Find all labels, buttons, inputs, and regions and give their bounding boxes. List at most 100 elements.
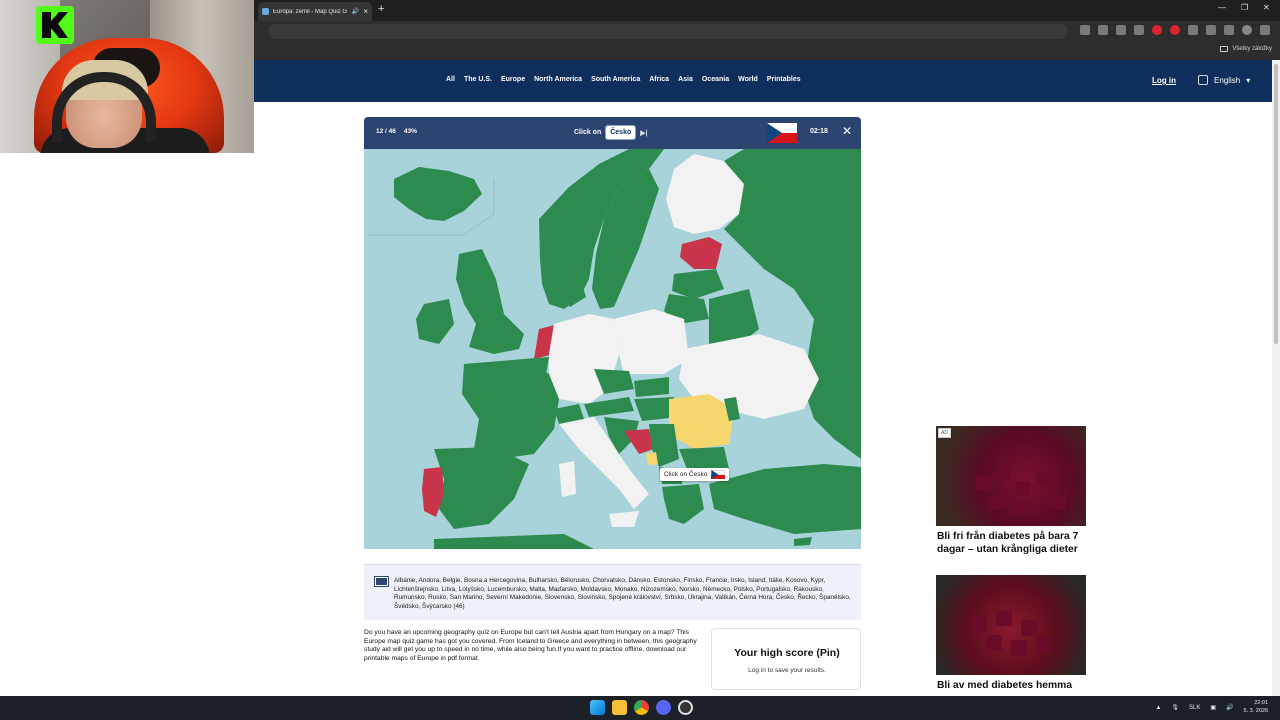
chevron-down-icon: ▾ bbox=[1246, 75, 1251, 85]
minimize-icon[interactable]: — bbox=[1218, 3, 1226, 12]
nav-us[interactable]: The U.S. bbox=[464, 76, 492, 83]
country-north-africa[interactable] bbox=[434, 534, 594, 549]
prompt-country: Česko bbox=[605, 125, 637, 140]
tab-favicon-icon bbox=[262, 8, 269, 15]
czech-flag-icon bbox=[711, 470, 726, 479]
file-explorer-icon[interactable] bbox=[612, 700, 627, 715]
page-scrollbar[interactable] bbox=[1272, 60, 1280, 696]
prompt-prefix: Click on bbox=[574, 129, 602, 136]
ad-caption-1[interactable]: Bli fri från diabetes på bara 7 dagar – … bbox=[936, 526, 1086, 556]
network-icon[interactable]: ▣ bbox=[1210, 704, 1216, 711]
country-ireland[interactable] bbox=[416, 299, 454, 344]
profile-avatar[interactable] bbox=[1242, 25, 1252, 35]
country-spain[interactable] bbox=[434, 447, 529, 529]
scrollbar-thumb[interactable] bbox=[1274, 64, 1278, 344]
obs-icon[interactable] bbox=[678, 700, 693, 715]
nav-north-america[interactable]: North America bbox=[534, 76, 582, 83]
cast-icon[interactable] bbox=[1098, 25, 1108, 35]
nav-printables[interactable]: Printables bbox=[767, 76, 801, 83]
chrome-icon[interactable] bbox=[634, 700, 649, 715]
extension-icons bbox=[1080, 25, 1270, 35]
speaker-icon[interactable]: 🔊 bbox=[352, 8, 359, 15]
country-uk[interactable] bbox=[456, 249, 524, 354]
country-greece[interactable] bbox=[662, 484, 704, 524]
map-svg[interactable] bbox=[364, 149, 861, 549]
adblock-icon[interactable] bbox=[1152, 25, 1162, 35]
country-slovakia[interactable] bbox=[634, 377, 669, 397]
country-cyprus[interactable] bbox=[794, 537, 812, 546]
ad-card-2[interactable]: Bli av med diabetes hemma bbox=[936, 575, 1086, 696]
country-poland[interactable] bbox=[614, 309, 689, 374]
puzzle-icon[interactable] bbox=[1206, 25, 1216, 35]
close-window-icon[interactable]: ✕ bbox=[1263, 3, 1270, 12]
kick-logo-icon bbox=[36, 6, 74, 44]
volume-icon[interactable]: 🔊 bbox=[1226, 704, 1233, 711]
sidebar-icon[interactable] bbox=[1188, 25, 1198, 35]
quiz-prompt: Click on Česko ▶| bbox=[574, 125, 648, 140]
highscore-subtitle: Log in to save your results. bbox=[748, 667, 826, 674]
all-bookmarks[interactable]: Všetky záložky bbox=[1220, 46, 1272, 52]
clock-time: 22:01 bbox=[1254, 700, 1268, 706]
country-estonia[interactable] bbox=[680, 237, 722, 269]
clock-date: 5. 3. 2026 bbox=[1243, 707, 1268, 714]
nav-world[interactable]: World bbox=[738, 76, 758, 83]
browser-tab[interactable]: Európa: zemil - Map Quiz G 🔊 × bbox=[258, 2, 372, 21]
map-tooltip: Click on Česko bbox=[660, 468, 730, 481]
mic-icon[interactable]: 🎙 bbox=[1171, 704, 1179, 711]
all-bookmarks-label: Všetky záložky bbox=[1232, 46, 1272, 52]
nav-links: All The U.S. Europe North America South … bbox=[446, 76, 801, 83]
nav-oceania[interactable]: Oceania bbox=[702, 76, 729, 83]
language-selector[interactable]: English ▾ bbox=[1198, 75, 1250, 85]
quiz-timer: 02:18 bbox=[810, 128, 828, 135]
highscore-title: Your high score (Pin) bbox=[734, 647, 840, 659]
language-indicator[interactable]: SLK bbox=[1189, 705, 1200, 711]
nav-africa[interactable]: Africa bbox=[649, 76, 669, 83]
taskbar: ▲ 🎙 SLK ▣ 🔊 22:01 5. 3. 2026 bbox=[0, 696, 1280, 720]
star-icon[interactable] bbox=[1116, 25, 1126, 35]
system-tray: ▲ 🎙 SLK ▣ 🔊 22:01 5. 3. 2026 bbox=[1155, 700, 1268, 715]
windows-start-icon[interactable] bbox=[590, 700, 605, 715]
europe-map[interactable] bbox=[364, 149, 861, 549]
media-icon[interactable] bbox=[1224, 25, 1234, 35]
ad-image-1[interactable]: AD bbox=[936, 426, 1086, 526]
site-navigation: All The U.S. Europe North America South … bbox=[254, 60, 1280, 102]
address-bar[interactable] bbox=[268, 24, 1068, 39]
skip-icon[interactable]: ▶| bbox=[640, 129, 647, 137]
country-latvia[interactable] bbox=[672, 269, 724, 299]
ad-card-1[interactable]: AD Bli fri från diabetes på bara 7 dagar… bbox=[936, 426, 1086, 571]
menu-icon[interactable] bbox=[1260, 25, 1270, 35]
nav-all[interactable]: All bbox=[446, 76, 455, 83]
nav-europe[interactable]: Europe bbox=[501, 76, 525, 83]
highscore-card: Your high score (Pin) Log in to save you… bbox=[711, 628, 861, 690]
ad-badge: AD bbox=[938, 428, 951, 438]
country-france[interactable] bbox=[462, 359, 559, 459]
chevron-up-icon[interactable]: ▲ bbox=[1155, 705, 1161, 711]
czech-flag-icon bbox=[767, 123, 797, 143]
nav-south-america[interactable]: South America bbox=[591, 76, 640, 83]
login-link[interactable]: Log in bbox=[1152, 76, 1176, 85]
progress-count: 12 / 46 bbox=[376, 128, 396, 135]
close-quiz-icon[interactable]: ✕ bbox=[842, 124, 852, 138]
discord-icon[interactable] bbox=[656, 700, 671, 715]
new-tab-button[interactable]: + bbox=[378, 3, 384, 15]
record-icon[interactable] bbox=[1170, 25, 1180, 35]
close-tab-icon[interactable]: × bbox=[363, 7, 368, 16]
country-turkey[interactable] bbox=[709, 464, 861, 534]
quiz-progress: 12 / 46 43% bbox=[376, 128, 417, 135]
ad-image-2[interactable] bbox=[936, 575, 1086, 675]
country-sicily[interactable] bbox=[609, 511, 639, 527]
flag-list-icon bbox=[374, 576, 389, 587]
translate-icon[interactable] bbox=[1080, 25, 1090, 35]
ad-caption-2[interactable]: Bli av med diabetes hemma bbox=[936, 675, 1086, 693]
country-montenegro[interactable] bbox=[646, 452, 658, 465]
extension-icon[interactable] bbox=[1134, 25, 1144, 35]
country-list: Albánie, Andora, Belgie, Bosna a Hercego… bbox=[364, 564, 861, 620]
progress-percent: 43% bbox=[403, 128, 417, 135]
language-icon bbox=[1198, 75, 1208, 85]
clock[interactable]: 22:01 5. 3. 2026 bbox=[1244, 700, 1268, 715]
nav-asia[interactable]: Asia bbox=[678, 76, 693, 83]
maximize-icon[interactable]: ❐ bbox=[1241, 3, 1248, 12]
country-sardinia[interactable] bbox=[559, 461, 576, 497]
country-iceland[interactable] bbox=[394, 167, 482, 221]
webcam-overlay bbox=[0, 0, 254, 153]
